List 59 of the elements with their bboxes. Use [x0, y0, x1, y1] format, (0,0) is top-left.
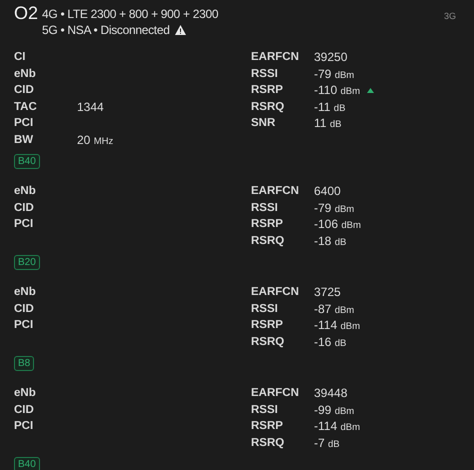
- field-label: PCI: [14, 117, 34, 130]
- reading-value: -110 dBm: [314, 83, 360, 98]
- field-label: EARFCN: [251, 387, 299, 400]
- field-label: eNb: [14, 68, 36, 80]
- field-label: RSSI: [251, 68, 278, 80]
- reading-value: 39250: [314, 50, 348, 64]
- field-label: CID: [14, 404, 34, 416]
- field-label: eNb: [14, 387, 36, 400]
- network-info: 4G • LTE 2300 + 800 + 900 + 2300: [42, 6, 218, 22]
- field-label: BW: [14, 134, 34, 146]
- reading-value: -7 dB: [314, 436, 340, 450]
- reading-value: -87 dBm: [314, 302, 354, 316]
- network-type: 3G: [444, 10, 457, 21]
- field-label: CID: [14, 84, 34, 96]
- field-label: SNR: [251, 117, 276, 130]
- band-tag: B40: [14, 154, 40, 169]
- band-tag: B8: [14, 356, 34, 371]
- field-label: EARFCN: [251, 185, 299, 198]
- reading-value: -11 dB: [314, 100, 346, 114]
- reading-value: -79 dBm: [314, 66, 354, 81]
- field-label: EARFCN: [251, 51, 299, 64]
- reading-value: -79 dBm: [314, 200, 354, 215]
- field-label: EARFCN: [251, 286, 299, 298]
- field-label: RSSI: [251, 302, 278, 315]
- field-label: eNb: [14, 185, 36, 198]
- network-info: 5G • NSA • Disconnected: [42, 22, 170, 38]
- reading-value: -99 dBm: [314, 402, 354, 417]
- field-label: PCI: [14, 218, 34, 230]
- field-label: TAC: [14, 100, 37, 113]
- band-tag: B40: [14, 457, 40, 470]
- reading-value: 39448: [314, 386, 348, 400]
- field-label: RSRQ: [251, 100, 284, 113]
- operator-name: O2: [14, 3, 38, 23]
- reading-value: -106 dBm: [314, 217, 361, 232]
- field-label: RSRQ: [251, 336, 284, 348]
- reading-value: 11 dB: [314, 116, 342, 130]
- field-label: RSRQ: [251, 234, 284, 247]
- field-label: RSSI: [251, 404, 278, 416]
- reading-value: 3725: [314, 285, 341, 300]
- band-tag: B20: [14, 255, 40, 270]
- reading-value: -18 dB: [314, 234, 346, 248]
- field-label: RSRP: [251, 319, 283, 332]
- field-label: RSRP: [251, 218, 283, 230]
- field-label: CID: [14, 202, 34, 214]
- reading-value: -114 dBm: [314, 419, 360, 434]
- field-label: CI: [14, 51, 26, 64]
- reading-value: -114 dBm: [314, 318, 360, 332]
- reading-value: -16 dB: [314, 334, 346, 349]
- field-label: CID: [14, 302, 34, 315]
- field-label: RSRP: [251, 420, 283, 432]
- field-label: PCI: [14, 420, 34, 432]
- reading-value: 20 MHz: [77, 132, 114, 147]
- field-label: eNb: [14, 286, 36, 298]
- field-label: RSSI: [251, 202, 278, 214]
- field-label: PCI: [14, 319, 34, 332]
- reading-value: 6400: [314, 184, 341, 198]
- field-label: RSRP: [251, 84, 283, 96]
- reading-value: 1344: [77, 100, 104, 114]
- field-label: RSRQ: [251, 436, 284, 449]
